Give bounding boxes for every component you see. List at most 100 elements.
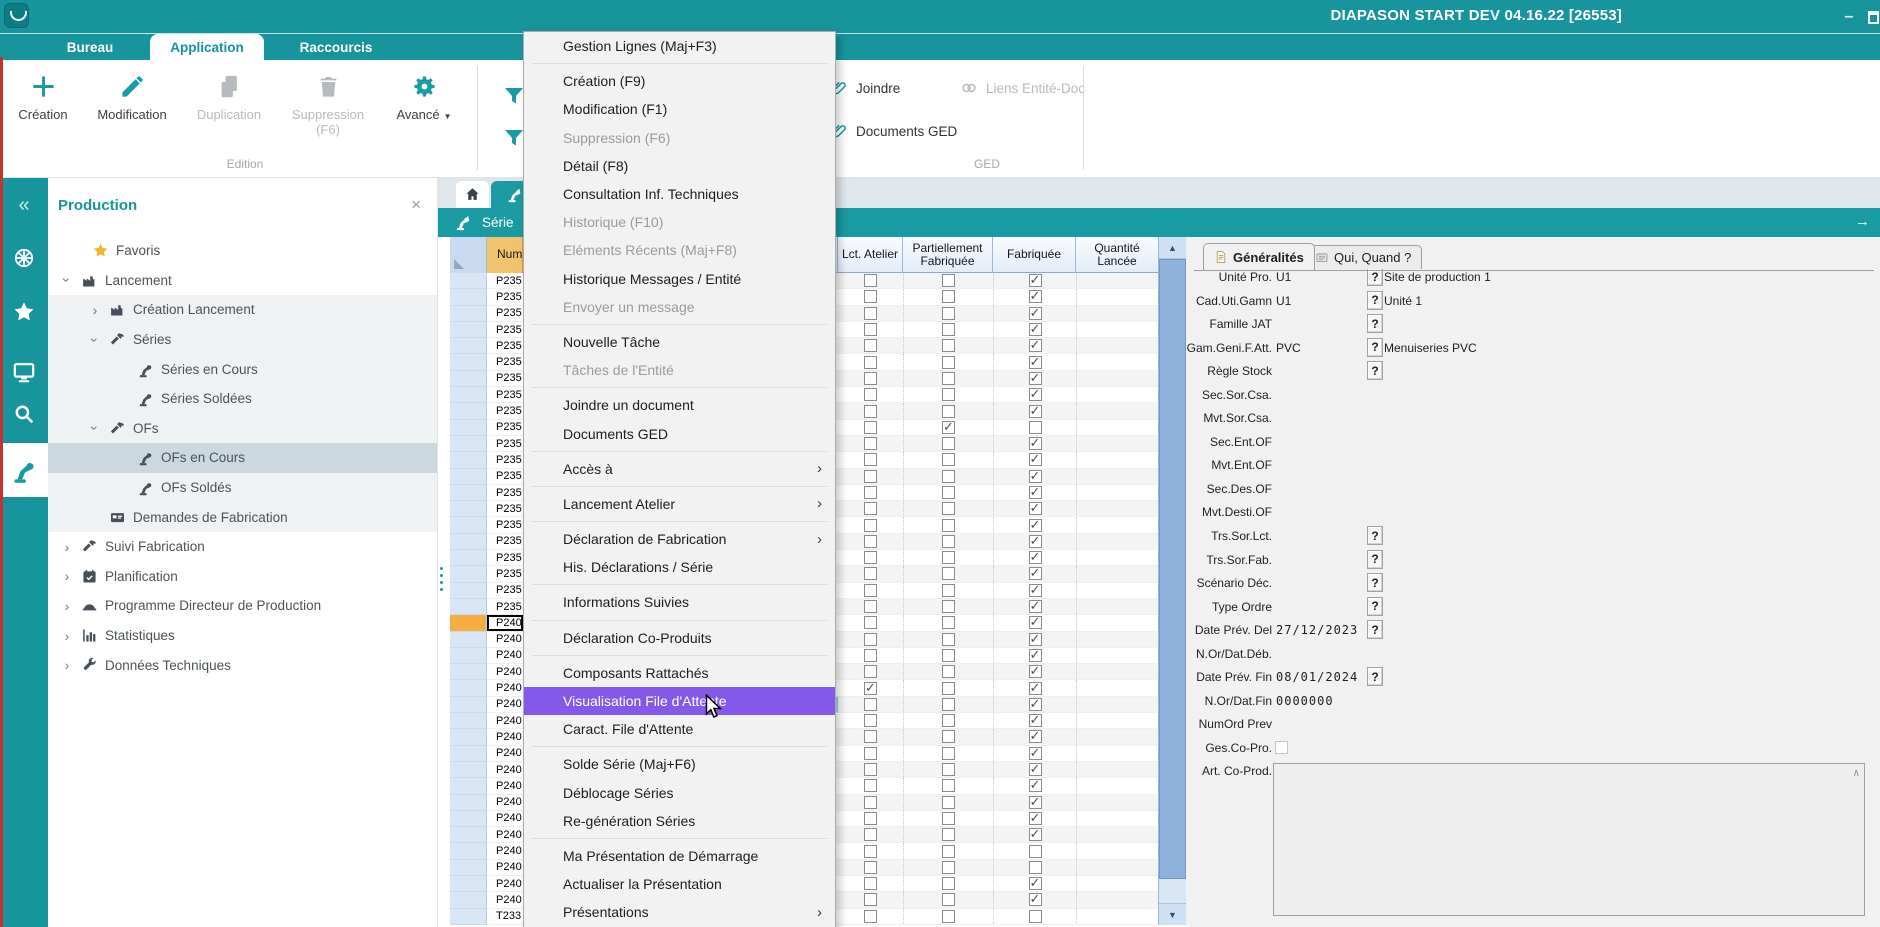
cell-part[interactable]	[903, 338, 993, 353]
menu-item-joindre-un-document[interactable]: Joindre un document	[524, 391, 835, 419]
checkbox-part[interactable]	[942, 372, 955, 385]
cell-fab[interactable]	[993, 403, 1076, 418]
cell-num[interactable]: P235	[487, 550, 523, 565]
checkbox-part[interactable]	[942, 845, 955, 858]
checkbox-fab[interactable]	[1029, 486, 1042, 499]
cell-lct[interactable]	[838, 371, 903, 386]
checkbox-lct[interactable]	[864, 437, 877, 450]
cell-num[interactable]: P240	[487, 632, 523, 647]
checkbox-fab[interactable]	[1029, 372, 1042, 385]
cell-quantite[interactable]	[1076, 778, 1158, 793]
chevron-right-icon[interactable]: ›	[57, 657, 77, 673]
chevron-down-icon[interactable]: ›	[59, 270, 75, 290]
menu-item-elements-recents-maj-f8[interactable]: Eléments Récents (Maj+F8)	[524, 236, 835, 264]
checkbox-part[interactable]	[942, 307, 955, 320]
cell-lct[interactable]	[838, 403, 903, 418]
row-header[interactable]	[450, 322, 487, 338]
checkbox-part[interactable]	[942, 698, 955, 711]
row-header[interactable]	[450, 664, 487, 680]
row-header[interactable]	[450, 778, 487, 794]
scroll-up-button[interactable]: ▲	[1159, 237, 1186, 259]
checkbox-fab[interactable]	[1029, 356, 1042, 369]
cell-num[interactable]: P240	[487, 827, 523, 842]
checkbox-lct[interactable]	[864, 828, 877, 841]
cell-fab[interactable]	[993, 534, 1076, 549]
menu-item-his-declarations-serie[interactable]: His. Déclarations / Série	[524, 553, 835, 581]
checkbox-fab[interactable]	[1029, 633, 1042, 646]
checkbox-part[interactable]	[942, 893, 955, 906]
checkbox-part[interactable]	[942, 633, 955, 646]
checkbox-lct[interactable]	[864, 307, 877, 320]
cell-part[interactable]	[903, 843, 993, 858]
menu-item-re-generation-series[interactable]: Re-génération Séries	[524, 807, 835, 835]
field-value[interactable]: PVC	[1276, 341, 1301, 355]
cell-quantite[interactable]	[1076, 322, 1158, 337]
menu-item-ma-presentation-de-demarrage[interactable]: Ma Présentation de Démarrage	[524, 842, 835, 870]
row-header[interactable]	[450, 501, 487, 517]
checkbox-part[interactable]	[942, 274, 955, 287]
cell-lct[interactable]	[838, 436, 903, 451]
cell-num[interactable]: P235	[487, 501, 523, 516]
cell-quantite[interactable]	[1076, 811, 1158, 826]
cell-part[interactable]	[903, 485, 993, 500]
tab-application[interactable]: Application	[150, 34, 264, 62]
cell-num[interactable]: P235	[487, 583, 523, 598]
chevron-down-icon[interactable]: ›	[87, 330, 103, 350]
checkbox-lct[interactable]	[864, 877, 877, 890]
checkbox-fab[interactable]	[1029, 665, 1042, 678]
checkbox-part[interactable]	[942, 665, 955, 678]
cell-part[interactable]	[903, 795, 993, 810]
cell-num[interactable]: P235	[487, 273, 523, 288]
cell-lct[interactable]	[838, 550, 903, 565]
help-button[interactable]: ?	[1367, 667, 1383, 686]
checkbox-fab[interactable]	[1029, 323, 1042, 336]
menu-item-creation-f9[interactable]: Création (F9)	[524, 67, 835, 95]
checkbox-part[interactable]	[942, 649, 955, 662]
row-header[interactable]	[450, 762, 487, 778]
cell-fab[interactable]	[993, 371, 1076, 386]
cell-fab[interactable]	[993, 680, 1076, 695]
row-header[interactable]	[450, 306, 487, 322]
sidebar-item-donnees-techniques[interactable]: ›Données Techniques	[48, 650, 437, 680]
cell-lct[interactable]	[838, 338, 903, 353]
cell-num[interactable]: P240	[487, 843, 523, 858]
strip-item-modules[interactable]	[0, 236, 48, 280]
checkbox-lct[interactable]	[864, 845, 877, 858]
menu-item-historique-f10[interactable]: Historique (F10)	[524, 208, 835, 236]
tab-home[interactable]	[456, 181, 489, 208]
ged-button-joindre[interactable]: Joindre	[830, 79, 900, 97]
cell-quantite[interactable]	[1076, 680, 1158, 695]
row-header[interactable]	[450, 550, 487, 566]
checkbox-part[interactable]	[942, 470, 955, 483]
cell-lct[interactable]	[838, 485, 903, 500]
cell-num[interactable]: P235	[487, 306, 523, 321]
cell-fab[interactable]	[993, 452, 1076, 467]
checkbox-part[interactable]	[942, 405, 955, 418]
cell-num[interactable]: P235	[487, 371, 523, 386]
ges-co-pro-checkbox[interactable]	[1275, 741, 1288, 754]
cell-fab[interactable]	[993, 583, 1076, 598]
cell-lct[interactable]	[838, 762, 903, 777]
cell-fab[interactable]	[993, 860, 1076, 875]
field-value[interactable]: 27/12/2023	[1276, 623, 1358, 637]
cell-part[interactable]	[903, 371, 993, 386]
splitter-handle[interactable]	[440, 563, 444, 595]
checkbox-fab[interactable]	[1029, 763, 1042, 776]
cell-part[interactable]	[903, 452, 993, 467]
cell-lct[interactable]	[838, 664, 903, 679]
row-header[interactable]	[450, 338, 487, 354]
checkbox-lct[interactable]	[864, 519, 877, 532]
menu-item-suppression-f6[interactable]: Suppression (F6)	[524, 124, 835, 152]
arrow-right-icon[interactable]: →	[1855, 213, 1870, 230]
menu-item-deblocage-series[interactable]: Déblocage Séries	[524, 779, 835, 807]
sidebar-item-ofs-en-cours[interactable]: OFs en Cours	[48, 443, 437, 473]
cell-lct[interactable]	[838, 713, 903, 728]
cell-fab[interactable]	[993, 892, 1076, 907]
checkbox-fab[interactable]	[1029, 796, 1042, 809]
cell-lct[interactable]	[838, 860, 903, 875]
sidebar-item-demandes-de-fabrication[interactable]: Demandes de Fabrication	[48, 502, 437, 532]
checkbox-fab[interactable]	[1029, 405, 1042, 418]
cell-lct[interactable]	[838, 827, 903, 842]
checkbox-part[interactable]	[942, 616, 955, 629]
cell-num[interactable]: P235	[487, 354, 523, 369]
